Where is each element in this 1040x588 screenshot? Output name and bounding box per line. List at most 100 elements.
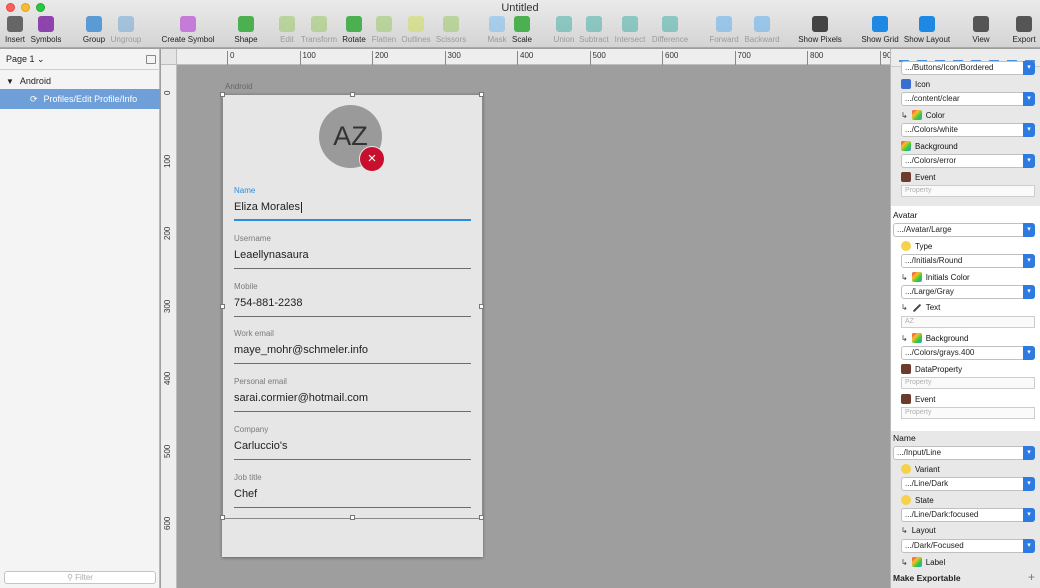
nested-arrow-icon: ↳ xyxy=(901,110,908,120)
ungroup-tool-label: Ungroup xyxy=(110,35,142,44)
chevron-down-icon: ▾ xyxy=(1023,92,1035,106)
search-icon: ⚲ xyxy=(67,573,76,582)
layout-text: Layout xyxy=(911,526,936,535)
avatar-text-input[interactable]: AZ xyxy=(901,316,1035,328)
icon-color-select[interactable]: .../Colors/white ▾ xyxy=(901,123,1035,137)
chevron-down-icon: ▾ xyxy=(1023,508,1035,522)
scissors-tool-button[interactable]: Scissors xyxy=(431,16,471,44)
export-tool-button[interactable]: Export xyxy=(1004,16,1040,44)
field-value-text: maye_mohr@schmeler.info xyxy=(234,344,369,357)
form-field[interactable]: Mobile 754-881-2238 xyxy=(234,282,471,317)
avatar-select[interactable]: .../Avatar/Large ▾ xyxy=(893,223,1035,237)
layer-artboard-android[interactable]: ▼ Android xyxy=(0,71,160,91)
outlines-tool-button[interactable]: Outlines xyxy=(396,16,436,44)
edit-tool-label: Edit xyxy=(280,35,294,44)
form-field[interactable]: Company Carluccio's xyxy=(234,425,471,460)
form-field[interactable]: Work email maye_mohr@schmeler.info xyxy=(234,329,471,365)
show-layout-tool-button[interactable]: Show Layout xyxy=(903,16,951,44)
intersect-icon xyxy=(622,16,638,32)
form-field[interactable]: Username Leaellynasaura xyxy=(234,234,471,269)
avatar-type-label: Type xyxy=(901,241,932,251)
avatar-event-input[interactable]: Property xyxy=(901,407,1035,419)
remove-avatar-icon[interactable]: × xyxy=(359,146,385,172)
icon-event-input[interactable]: Property xyxy=(901,185,1035,197)
ruler-tick-label: 300 xyxy=(163,299,172,313)
show-grid-tool-button[interactable]: Show Grid xyxy=(860,16,900,44)
field-input[interactable]: maye_mohr@schmeler.info xyxy=(234,344,471,365)
icon-event-label: Event xyxy=(901,172,935,182)
chevron-down-icon: ▾ xyxy=(1023,477,1035,491)
icon-color-text: Color xyxy=(925,110,945,120)
layout-select[interactable]: .../Dark/Focused ▾ xyxy=(901,539,1035,553)
scissors-icon xyxy=(443,16,459,32)
avatar-event-label: Event xyxy=(901,394,935,404)
ruler-tick-label: 100 xyxy=(163,154,172,168)
state-text: State xyxy=(915,495,934,505)
flatten-icon xyxy=(376,16,392,32)
symbols-tool-button[interactable]: Symbols xyxy=(26,16,66,44)
field-input[interactable]: Chef xyxy=(234,488,471,508)
subtract-tool-button[interactable]: Subtract xyxy=(574,16,614,44)
show-layout-tool-label: Show Layout xyxy=(903,35,951,44)
avatar-type-select[interactable]: .../Initials/Round ▾ xyxy=(901,254,1035,268)
data-property-input[interactable]: Property xyxy=(901,377,1035,389)
top-override-value: .../Buttons/Icon/Bordered xyxy=(905,63,994,72)
color-icon xyxy=(901,141,911,151)
difference-tool-label: Difference xyxy=(651,35,689,44)
icon-value: .../content/clear xyxy=(905,94,960,103)
data-property-placeholder: Property xyxy=(905,379,932,386)
form-field[interactable]: Personal email sarai.cormier@hotmail.com xyxy=(234,377,471,413)
form-field[interactable]: Name Eliza Morales xyxy=(234,186,471,221)
toggle-pages-icon[interactable] xyxy=(146,55,156,64)
ruler-tick-label: 400 xyxy=(517,51,533,65)
field-input[interactable]: sarai.cormier@hotmail.com xyxy=(234,392,471,413)
flatten-tool-label: Flatten xyxy=(371,35,397,44)
field-value-text: Chef xyxy=(234,487,258,500)
horizontal-ruler[interactable]: 0 100 200 300 400 500 600 700 800 90 xyxy=(177,49,890,65)
nested-arrow-icon: ↳ xyxy=(901,303,908,312)
field-input[interactable]: Leaellynasaura xyxy=(234,249,471,269)
show-pixels-tool-button[interactable]: Show Pixels xyxy=(798,16,842,44)
top-override-select[interactable]: .../Buttons/Icon/Bordered ▾ xyxy=(901,61,1035,75)
disclosure-triangle-icon[interactable]: ▼ xyxy=(6,77,14,86)
artboard-title[interactable]: Android xyxy=(225,82,253,91)
transform-icon xyxy=(311,16,327,32)
field-input[interactable]: Carluccio's xyxy=(234,440,471,460)
view-tool-button[interactable]: View xyxy=(961,16,1001,44)
field-input[interactable]: Eliza Morales xyxy=(234,201,471,221)
layer-filter-input[interactable]: ⚲ Filter xyxy=(4,571,156,584)
difference-tool-button[interactable]: Difference xyxy=(650,16,690,44)
vertical-ruler[interactable]: 0 100 200 300 400 500 600 xyxy=(161,65,177,588)
create-symbol-tool-label: Create Symbol xyxy=(161,35,215,44)
field-input[interactable]: 754-881-2238 xyxy=(234,297,471,317)
variant-select[interactable]: .../Line/Dark ▾ xyxy=(901,477,1035,491)
state-select[interactable]: .../Line/Dark:focused ▾ xyxy=(901,508,1035,522)
create-symbol-tool-button[interactable]: Create Symbol xyxy=(162,16,214,44)
backward-tool-button[interactable]: Backward xyxy=(742,16,782,44)
initials-color-select[interactable]: .../Large/Gray ▾ xyxy=(901,285,1035,299)
canvas[interactable]: 0 100 200 300 400 500 600 700 800 90 0 100 200 300 40… xyxy=(161,49,890,588)
icon-select[interactable]: .../content/clear ▾ xyxy=(901,92,1035,106)
field-value-text: Leaellynasaura xyxy=(234,248,309,261)
avatar-background-select[interactable]: .../Colors/grays.400 ▾ xyxy=(901,346,1035,360)
intersect-tool-button[interactable]: Intersect xyxy=(610,16,650,44)
page-selector[interactable]: Page 1 ⌄ xyxy=(6,54,45,65)
form-field[interactable]: Job title Chef xyxy=(234,473,471,508)
inspector-panel: .../Buttons/Icon/Bordered ▾ Icon .../con… xyxy=(890,49,1040,588)
transform-tool-button[interactable]: Transform xyxy=(299,16,339,44)
add-export-icon[interactable]: + xyxy=(1028,570,1035,584)
ruler-tick-label: 0 xyxy=(227,51,234,65)
ungroup-tool-button[interactable]: Ungroup xyxy=(106,16,146,44)
label-override-label: ↳ Label xyxy=(901,557,945,567)
icon-background-select[interactable]: .../Colors/error ▾ xyxy=(901,154,1035,168)
layer-symbol-instance[interactable]: ⟳ Profiles/Edit Profile/Info xyxy=(0,89,160,109)
shape-tool-button[interactable]: Shape xyxy=(226,16,266,44)
name-select[interactable]: .../Input/Line ▾ xyxy=(893,446,1035,460)
forward-tool-button[interactable]: Forward xyxy=(704,16,744,44)
avatar-text-label: ↳ Text xyxy=(901,303,940,312)
artboard[interactable]: AZ × Name Eliza Morales Username Leaellynas… xyxy=(222,94,483,557)
toolbar: Untitled Insert Symbols Group Ungroup Create… xyxy=(0,0,1040,48)
scale-tool-button[interactable]: Scale xyxy=(502,16,542,44)
ruler-corner-lock-icon[interactable] xyxy=(161,49,177,65)
make-exportable-header[interactable]: Make Exportable xyxy=(893,573,961,583)
